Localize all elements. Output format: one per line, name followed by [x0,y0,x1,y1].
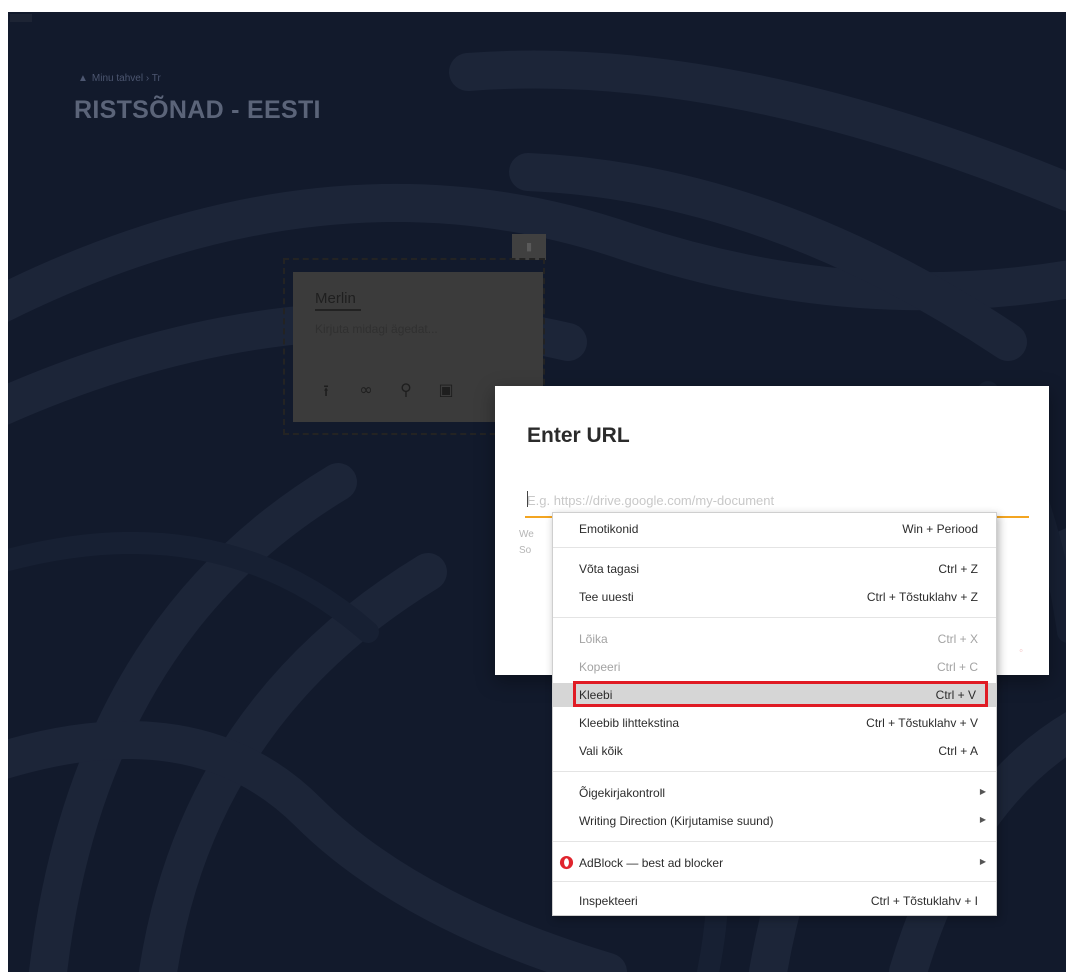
menu-item-shortcut: Win + Periood [902,522,978,536]
menu-item-label: Writing Direction (Kirjutamise suund) [579,814,774,828]
menu-divider [553,547,996,548]
dialog-title: Enter URL [527,424,630,447]
opera-icon [559,855,574,870]
submenu-arrow-icon: ▶ [979,787,986,796]
breadcrumb[interactable]: ▲ Minu tahvel › Tr [78,73,161,84]
trash-icon[interactable]: ▮ [512,234,546,260]
submenu-arrow-icon: ▶ [979,857,986,866]
menu-item-writing-direction[interactable]: Writing Direction (Kirjutamise suund) ▶ [553,809,996,833]
menu-item-shortcut: Ctrl + Tõstuklahv + V [866,716,978,730]
menu-item-inspect[interactable]: Inspekteeri Ctrl + Tõstuklahv + I [553,889,996,913]
menu-item-label: Õigekirjakontroll [579,786,666,800]
menu-item-undo[interactable]: Võta tagasi Ctrl + Z [553,557,996,581]
menu-item-shortcut: Ctrl + Tõstuklahv + I [870,894,978,908]
menu-item-paste[interactable]: Kleebi Ctrl + V [553,683,996,707]
menu-item-shortcut: Ctrl + X [937,632,978,646]
context-menu: Emotikonid Win + Periood Võta tagasi Ctr… [552,512,997,916]
menu-item-shortcut: Ctrl + Z [938,562,978,576]
menu-item-label: Võta tagasi [579,562,640,576]
menu-item-label: Kleebi [579,688,613,702]
link-icon[interactable]: ∞ [355,380,377,407]
menu-divider [553,841,996,842]
page-title: RISTSÕNAD - EESTI [74,96,321,124]
menu-item-label: Lõika [579,632,608,646]
menu-item-label: Inspekteeri [579,894,638,908]
menu-item-adblock[interactable]: AdBlock — best ad blocker ▶ [553,851,996,875]
menu-item-label: Vali kõik [579,744,623,758]
menu-item-label: Emotikonid [579,522,639,536]
menu-item-select-all[interactable]: Vali kõik Ctrl + A [553,739,996,763]
card-toolbar: ⭱ ∞ ⚲ ▣ [315,380,457,407]
menu-divider [553,881,996,882]
menu-item-label: AdBlock — best ad blocker [579,856,724,870]
submenu-arrow-icon: ▶ [979,815,986,824]
menu-item-label: Kleebib lihttekstina [579,716,680,730]
menu-item-shortcut: Ctrl + C [936,660,978,674]
menu-item-emoji[interactable]: Emotikonid Win + Periood [553,517,996,541]
menu-item-cut: Lõika Ctrl + X [553,627,996,651]
menu-item-paste-plain[interactable]: Kleebib lihttekstina Ctrl + Tõstuklahv +… [553,711,996,735]
text-cursor [527,491,528,507]
menu-item-redo[interactable]: Tee uuesti Ctrl + Tõstuklahv + Z [553,585,996,609]
search-icon[interactable]: ⚲ [395,380,417,407]
menu-item-spellcheck[interactable]: Õigekirjakontroll ▶ [553,781,996,805]
menu-item-copy: Kopeeri Ctrl + C [553,655,996,679]
card-body-placeholder[interactable]: Kirjuta midagi ägedat... [315,322,438,336]
breadcrumb-text: Minu tahvel › Tr [91,73,161,84]
home-icon: ▲ [78,73,88,84]
corner-mark [10,14,32,22]
card-author: Merlin [315,290,361,311]
upload-icon[interactable]: ⭱ [315,380,337,407]
menu-item-shortcut: Ctrl + Tõstuklahv + Z [866,590,978,604]
menu-item-label: Kopeeri [579,660,621,674]
menu-item-shortcut: Ctrl + V [935,688,976,702]
menu-divider [553,617,996,618]
menu-item-shortcut: Ctrl + A [938,744,978,758]
menu-divider [553,771,996,772]
dialog-hint: We [519,529,534,540]
dialog-action-button[interactable]: ◦ [1019,645,1023,657]
menu-item-label: Tee uuesti [579,590,634,604]
dialog-hint-2: So [519,545,532,556]
camera-icon[interactable]: ▣ [435,380,457,407]
